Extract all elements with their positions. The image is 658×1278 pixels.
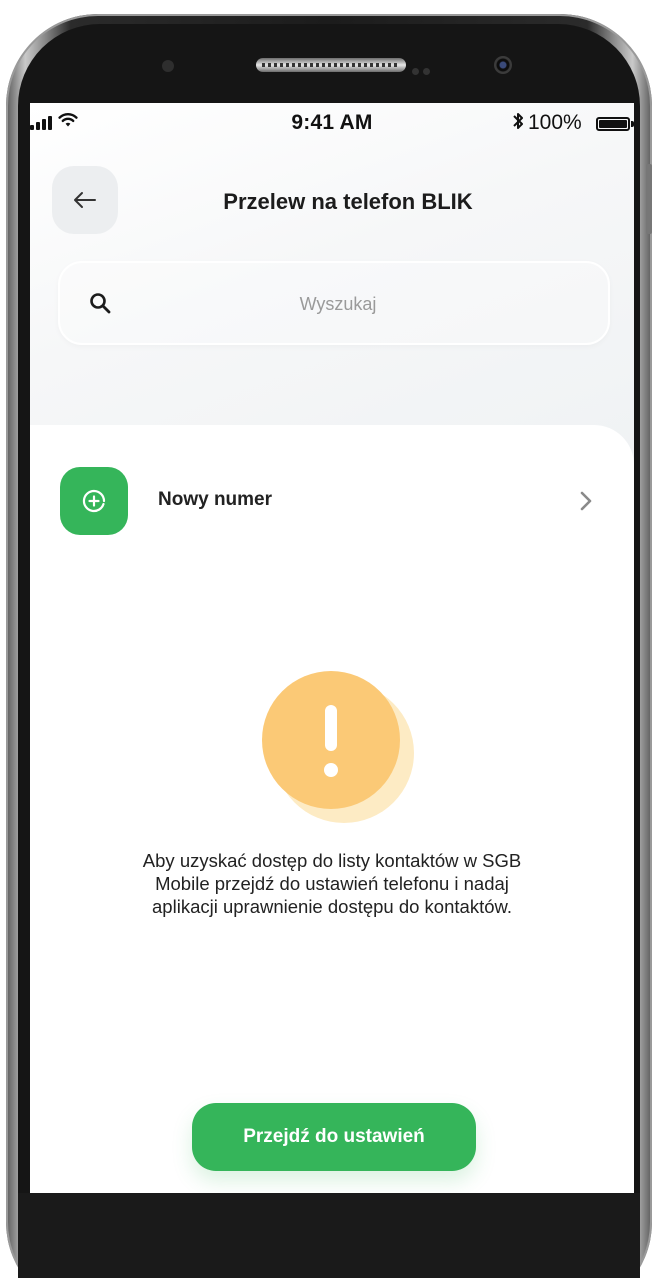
- search-input[interactable]: [140, 285, 536, 323]
- chevron-right-icon: [580, 491, 592, 511]
- side-button: [646, 164, 652, 234]
- search-icon: [90, 293, 111, 314]
- page-title: Przelew na telefon BLIK: [223, 189, 473, 214]
- earpiece-speaker: [256, 58, 406, 72]
- message-line: Mobile przejdź do ustawień telefonu i na…: [155, 873, 509, 894]
- new-number-label: Nowy numer: [158, 489, 273, 510]
- new-number-tile: [60, 467, 128, 535]
- back-button[interactable]: [52, 166, 118, 234]
- permission-message: Aby uzyskać dostęp do listy kontaktów w …: [100, 849, 564, 918]
- exclamation-icon: [262, 671, 400, 809]
- arrow-left-icon: [74, 192, 96, 208]
- bluetooth-icon: [512, 111, 524, 137]
- message-line: aplikacji uprawnienie dostępu do kontakt…: [152, 896, 512, 917]
- battery-percent: 100%: [528, 111, 582, 134]
- battery-icon: [596, 117, 630, 131]
- device-stage: 9:41 AM 100% Przelew na telefon BLIK Wys…: [0, 0, 658, 1278]
- search-field[interactable]: [58, 261, 610, 345]
- sensor-dots: [412, 62, 442, 75]
- bottom-bezel: [18, 1193, 640, 1278]
- plus-circle-icon: [82, 489, 106, 513]
- new-number-row[interactable]: Nowy numer: [60, 467, 600, 537]
- proximity-sensor: [162, 60, 174, 72]
- battery-cap: [631, 121, 634, 127]
- message-line: Aby uzyskać dostęp do listy kontaktów w …: [142, 850, 522, 871]
- app-screen: 9:41 AM 100% Przelew na telefon BLIK Wys…: [30, 103, 634, 1193]
- open-settings-button[interactable]: Przejdź do ustawień: [192, 1103, 476, 1171]
- front-camera: [494, 56, 512, 74]
- status-bar: 9:41 AM 100%: [30, 103, 634, 143]
